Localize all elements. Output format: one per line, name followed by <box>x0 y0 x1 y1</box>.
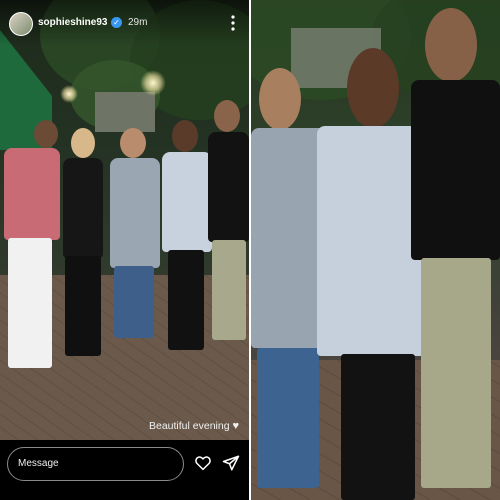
message-placeholder: Message <box>18 458 59 469</box>
profile-avatar[interactable] <box>9 12 33 36</box>
instagram-story-panel: sophieshine93 ✓ 29m Beautiful evening ♥ … <box>0 0 249 500</box>
story-username[interactable]: sophieshine93 <box>38 17 107 28</box>
story-photo <box>0 0 249 440</box>
person-4 <box>158 120 213 360</box>
caption-text: Beautiful evening <box>148 420 230 432</box>
heart-outline-icon[interactable] <box>194 454 212 472</box>
story-caption: Beautiful evening ♥ <box>149 420 239 432</box>
send-icon[interactable] <box>222 454 240 472</box>
verified-badge-icon: ✓ <box>111 17 122 28</box>
white-heart-icon: ♥ <box>232 420 239 432</box>
zoomed-photo <box>251 0 500 500</box>
person-5 <box>206 100 249 350</box>
person-3 <box>108 128 160 348</box>
more-options-icon[interactable] <box>228 14 238 32</box>
person-1 <box>2 120 60 390</box>
story-timestamp: 29m <box>128 17 148 28</box>
person-5-zoom <box>411 8 500 500</box>
zoomed-photo-panel <box>251 0 500 500</box>
person-2 <box>55 128 110 368</box>
